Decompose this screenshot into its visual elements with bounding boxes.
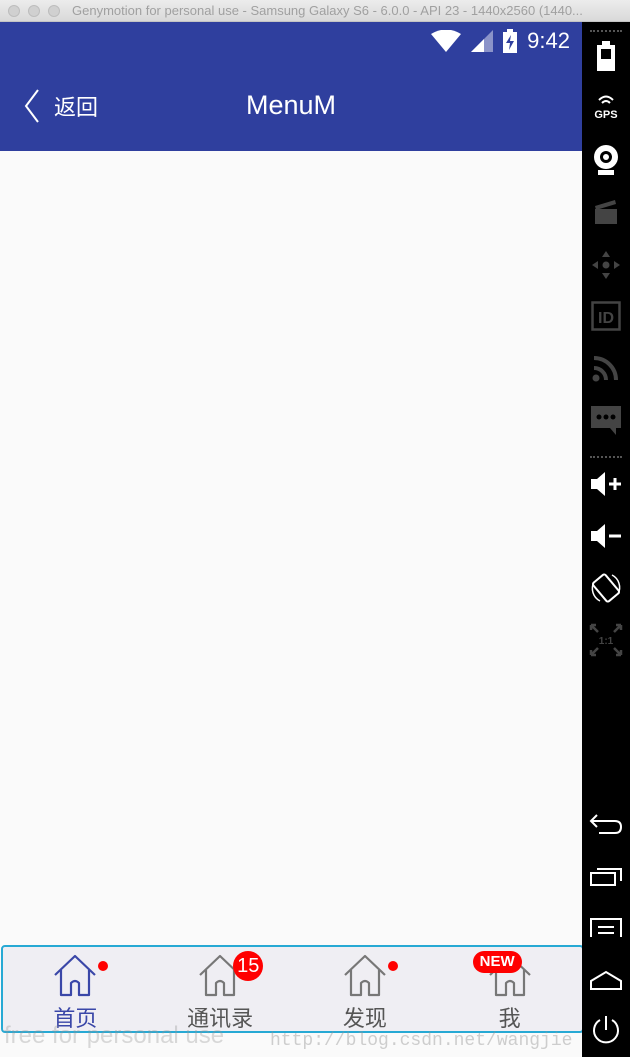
app-bar: 返回 MenuM [0,62,582,151]
menu-button[interactable] [582,908,630,948]
back-icon [589,814,623,834]
recent-apps-icon [590,868,622,886]
recent-apps-button[interactable] [582,856,630,896]
page-title: MenuM [245,90,337,120]
notification-dot [98,961,109,971]
capture-button[interactable] [582,192,630,232]
capture-icon [595,200,617,224]
android-home-button[interactable] [582,960,630,1000]
volume-down-icon [591,524,621,548]
menu-icon [590,918,622,937]
network-button[interactable] [582,348,630,388]
dpad-button[interactable] [582,245,630,285]
volume-up-button[interactable] [582,464,630,504]
cell-signal-icon [471,30,494,52]
battery-icon [597,41,615,71]
tab-label: 我 [498,1006,521,1031]
home-icon [344,954,386,997]
divider [590,456,622,458]
network-icon [592,356,618,382]
battery-charging-icon [503,29,518,53]
volume-up-icon [591,472,621,496]
gps-icon: GPS [594,95,618,120]
webcam-icon [594,145,618,175]
count-badge: 15 [233,951,264,981]
battery-button[interactable] [582,36,630,76]
android-back-button[interactable] [582,804,630,844]
divider [590,30,622,32]
tab-home[interactable]: 首页 [3,947,148,1031]
notification-dot [387,961,398,971]
minimize-window-button[interactable] [28,4,40,17]
home-icon [590,970,622,990]
sms-button[interactable] [582,400,630,440]
content-area [0,151,582,967]
new-badge: NEW [472,951,522,973]
window-title: Genymotion for personal use - Samsung Ga… [72,3,583,18]
maximize-window-button[interactable] [48,4,60,17]
scale-label: 1:1 [599,636,614,647]
bottom-tab-bar: 首页 15 通讯录 发现 NEW 我 [1,945,584,1033]
pixel-perfect-button[interactable]: 1:1 [582,620,630,660]
webcam-button[interactable] [582,140,630,180]
power-button[interactable] [582,1010,630,1050]
sms-icon [591,406,621,435]
pixel-perfect-icon: 1:1 [589,623,623,657]
tab-discover[interactable]: 发现 [293,947,438,1031]
status-bar: 9:42 [0,22,582,62]
rotate-button[interactable] [582,568,630,608]
rotate-icon [591,573,621,603]
close-window-button[interactable] [8,4,20,17]
tab-contacts[interactable]: 15 通讯录 [148,947,293,1031]
window-titlebar: Genymotion for personal use - Samsung Ga… [0,0,630,22]
tab-label: 通讯录 [187,1006,254,1031]
wifi-icon [431,30,462,52]
device-id-button[interactable]: ID [582,296,630,336]
device-id-icon: ID [591,301,621,331]
home-icon [54,954,97,997]
tab-label: 发现 [342,1006,387,1031]
id-label: ID [598,310,614,327]
tab-label: 首页 [53,1006,98,1031]
gps-label: GPS [594,109,617,120]
power-icon [593,1016,619,1044]
volume-down-button[interactable] [582,516,630,556]
phone-screen: 9:42 返回 MenuM [0,22,582,1057]
tab-me[interactable]: NEW 我 [437,947,582,1031]
status-time: 9:42 [527,28,570,53]
dpad-icon [592,251,620,279]
emulator-sidebar: GPS ID 1:1 [582,22,630,1057]
gps-button[interactable]: GPS [582,86,630,126]
